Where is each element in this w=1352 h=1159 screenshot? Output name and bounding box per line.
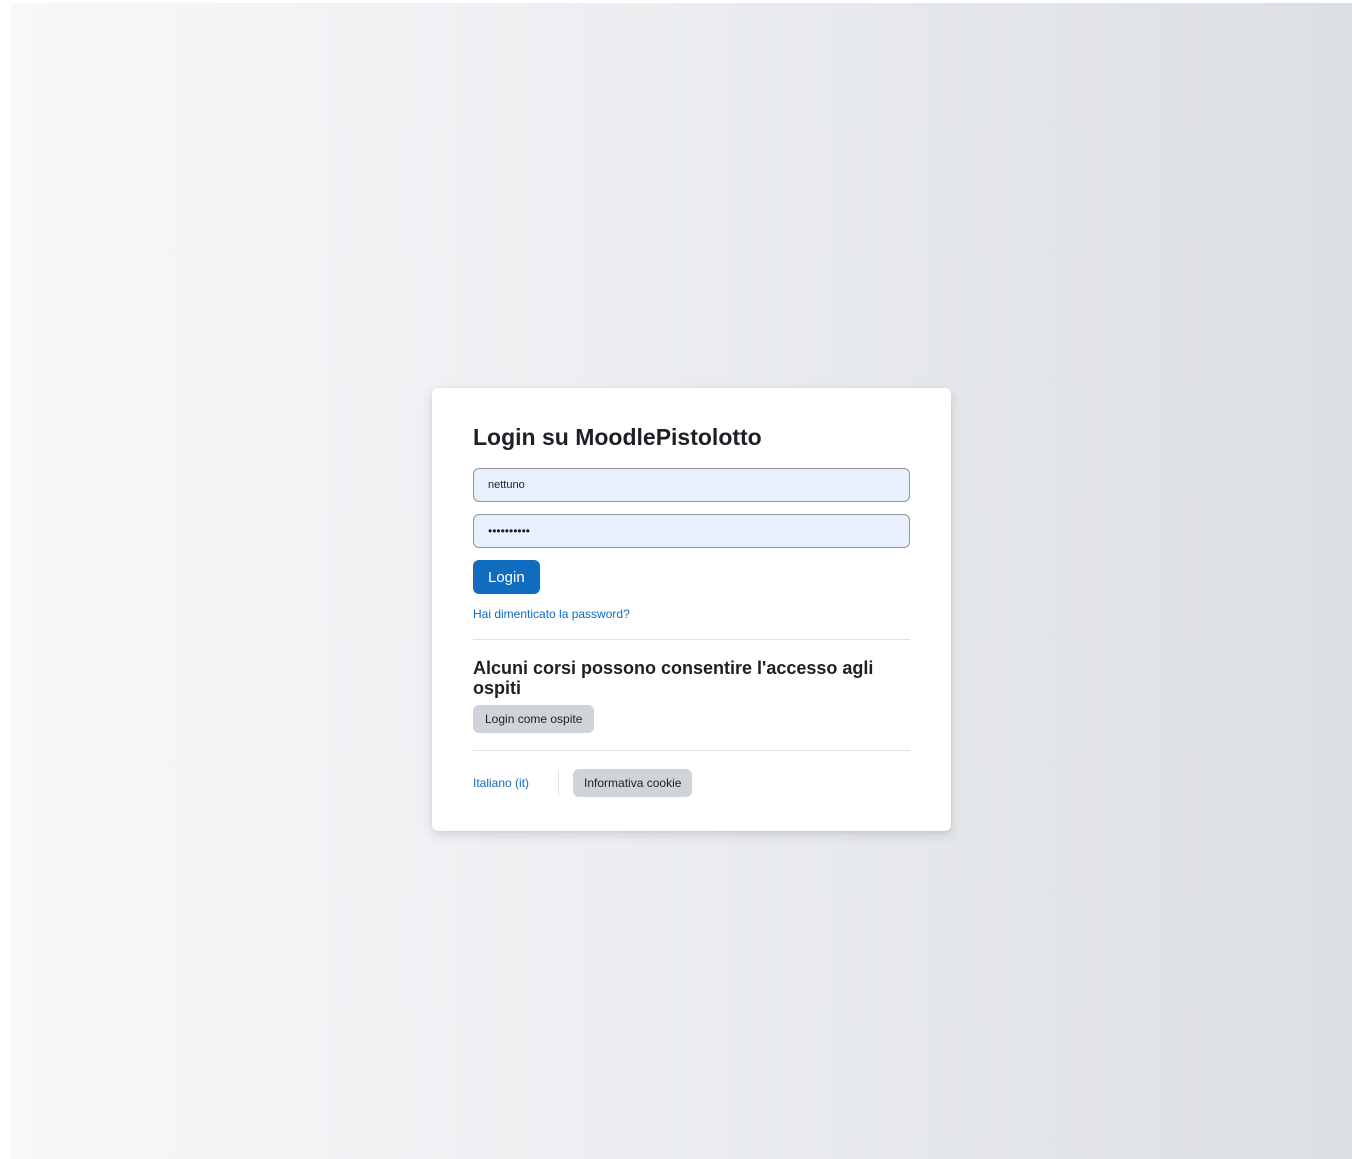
- forgot-password-link[interactable]: Hai dimenticato la password?: [473, 607, 910, 621]
- cookie-policy-button[interactable]: Informativa cookie: [573, 769, 693, 797]
- password-field[interactable]: [473, 514, 910, 548]
- login-footer: Italiano (it) Informativa cookie: [473, 769, 910, 797]
- login-page-background: Login su MoodlePistolotto Login Hai dime…: [11, 3, 1352, 1159]
- vertical-divider: [558, 771, 560, 795]
- guest-login-button[interactable]: Login come ospite: [473, 705, 595, 733]
- login-card: Login su MoodlePistolotto Login Hai dime…: [432, 388, 951, 831]
- language-selector-link[interactable]: Italiano (it): [473, 776, 529, 790]
- guest-access-heading: Alcuni corsi possono consentire l'access…: [473, 658, 874, 698]
- divider: [473, 750, 910, 751]
- username-field[interactable]: [473, 468, 910, 502]
- login-button[interactable]: Login: [473, 560, 540, 594]
- divider: [473, 639, 910, 640]
- login-title: Login su MoodlePistolotto: [473, 424, 762, 450]
